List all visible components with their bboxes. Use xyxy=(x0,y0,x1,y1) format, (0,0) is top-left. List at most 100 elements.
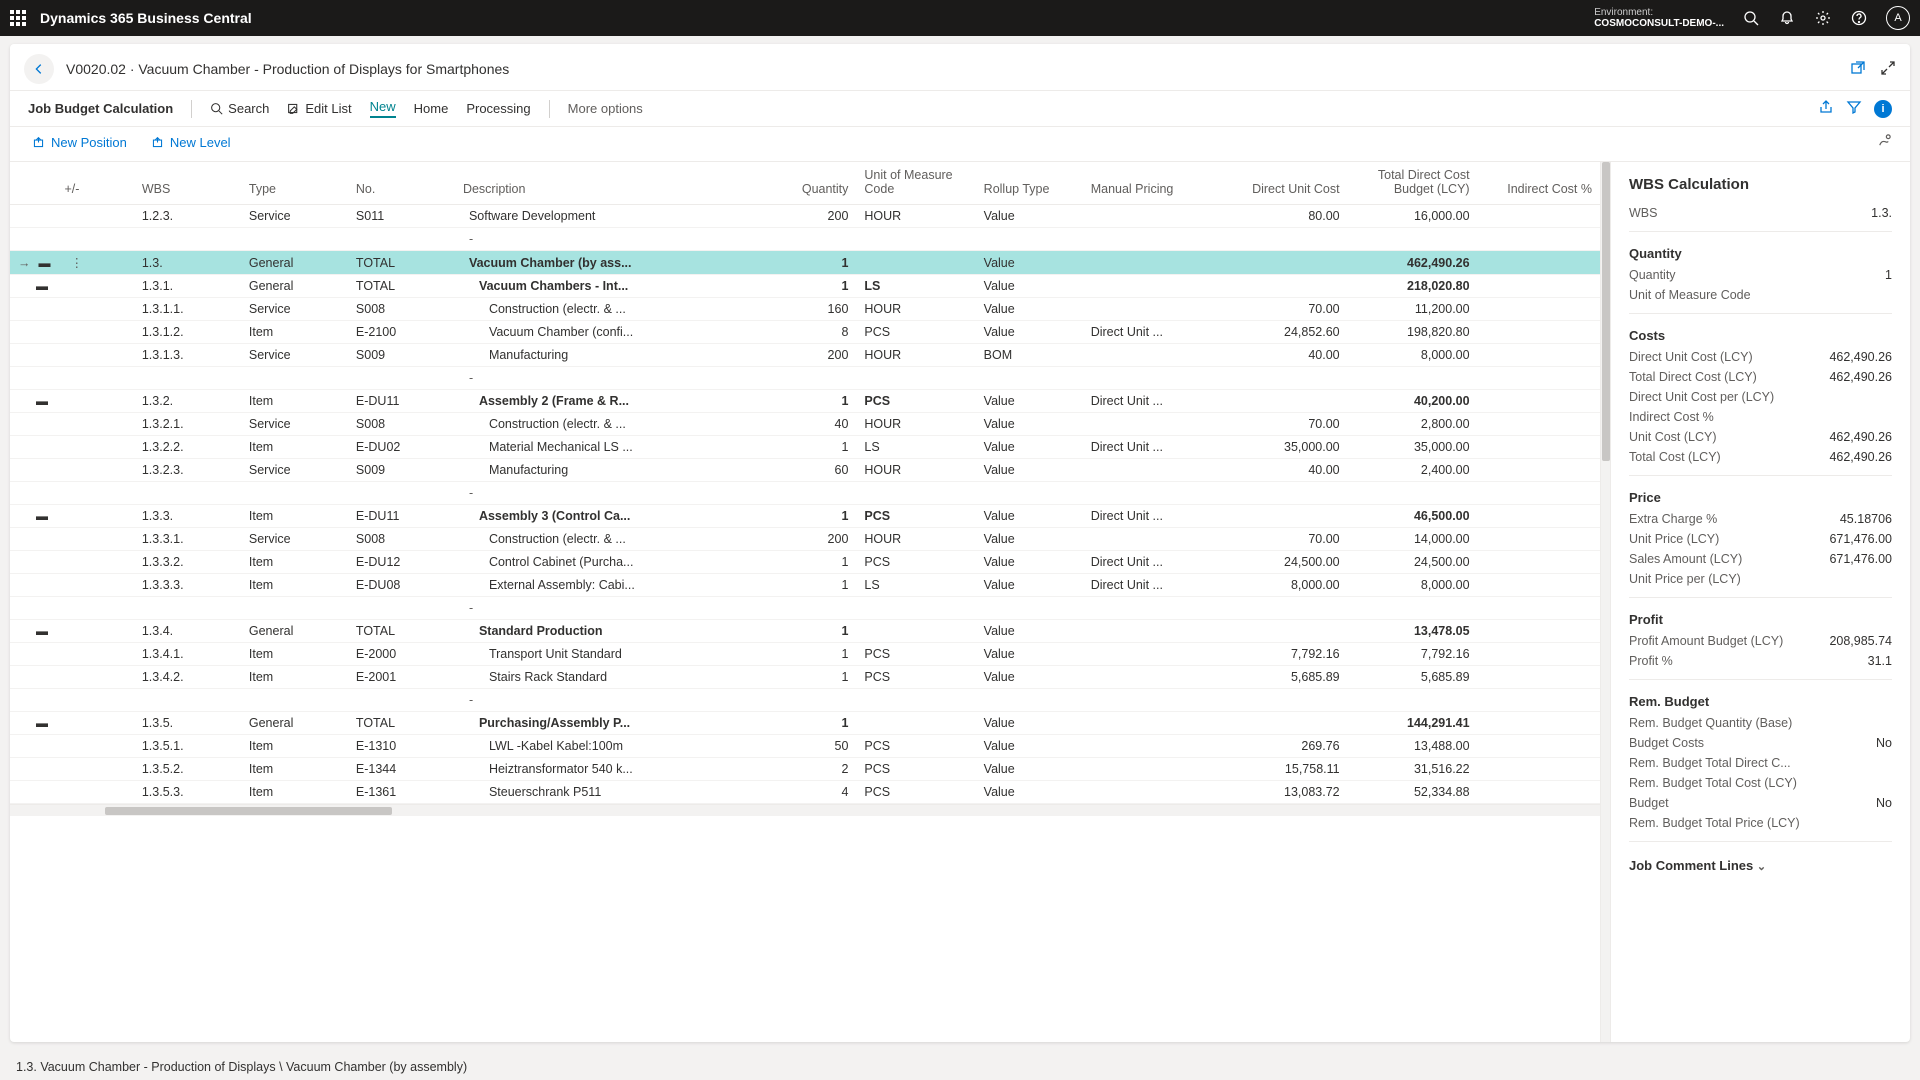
collapse-icon[interactable]: ▬ xyxy=(36,394,48,408)
table-row[interactable]: 1.3.3.2.ItemE-DU12Control Cabinet (Purch… xyxy=(10,551,1600,574)
factbox-field[interactable]: Rem. Budget Total Cost (LCY) xyxy=(1629,773,1892,793)
table-row[interactable]: 1.3.3.3.ItemE-DU08External Assembly: Cab… xyxy=(10,574,1600,597)
factbox-field[interactable]: Unit Price per (LCY) xyxy=(1629,569,1892,589)
vertical-scrollbar[interactable] xyxy=(1600,162,1610,1042)
global-topbar: Dynamics 365 Business Central Environmen… xyxy=(0,0,1920,36)
filter-icon[interactable] xyxy=(1846,99,1862,118)
table-row[interactable]: 1.3.3.1.ServiceS008Construction (electr.… xyxy=(10,528,1600,551)
col-description[interactable]: Description xyxy=(455,162,761,205)
page-title: Job Budget Calculation xyxy=(28,101,173,116)
collapse-icon[interactable]: ▬ xyxy=(36,509,48,523)
chevron-down-icon[interactable]: ⌄ xyxy=(1757,861,1766,873)
collapse-icon[interactable]: ▬ xyxy=(36,279,48,293)
collapse-icon[interactable]: ▬ xyxy=(39,256,51,270)
new-level-action[interactable]: New Level xyxy=(151,135,231,150)
app-launcher-icon[interactable] xyxy=(10,10,26,26)
factbox-field[interactable]: Rem. Budget Total Price (LCY) xyxy=(1629,813,1892,833)
settings-icon[interactable] xyxy=(1814,9,1832,27)
table-row[interactable]: 1.3.4.1.ItemE-2000Transport Unit Standar… xyxy=(10,643,1600,666)
factbox-field[interactable]: Unit Cost (LCY)462,490.26 xyxy=(1629,427,1892,447)
col-direct-unit-cost[interactable]: Direct Unit Cost xyxy=(1218,162,1348,205)
factbox-field[interactable]: Budget CostsNo xyxy=(1629,733,1892,753)
table-row[interactable]: 1.3.4.2.ItemE-2001Stairs Rack Standard1P… xyxy=(10,666,1600,689)
table-row[interactable]: - xyxy=(10,597,1600,620)
app-title: Dynamics 365 Business Central xyxy=(40,10,252,26)
factbox-field[interactable]: Direct Unit Cost per (LCY) xyxy=(1629,387,1892,407)
command-bar: Job Budget Calculation Search Edit List … xyxy=(10,90,1910,127)
table-row[interactable]: 1.3.2.2.ItemE-DU02Material Mechanical LS… xyxy=(10,436,1600,459)
collapse-icon[interactable]: ▬ xyxy=(36,716,48,730)
col-rollup[interactable]: Rollup Type xyxy=(976,162,1083,205)
col-no[interactable]: No. xyxy=(348,162,455,205)
search-action[interactable]: Search xyxy=(210,101,269,116)
col-quantity[interactable]: Quantity xyxy=(761,162,857,205)
table-row[interactable]: - xyxy=(10,482,1600,505)
help-icon[interactable] xyxy=(1850,9,1868,27)
table-row[interactable]: 1.3.1.1.ServiceS008Construction (electr.… xyxy=(10,298,1600,321)
search-icon[interactable] xyxy=(1742,9,1760,27)
page-breadcrumb: V0020.02 · Vacuum Chamber - Production o… xyxy=(66,61,509,77)
col-indirect[interactable]: Indirect Cost % xyxy=(1478,162,1600,205)
factbox-field[interactable]: BudgetNo xyxy=(1629,793,1892,813)
table-row[interactable]: 1.3.2.3.ServiceS009Manufacturing60HOURVa… xyxy=(10,459,1600,482)
col-uom[interactable]: Unit of Measure Code xyxy=(856,162,975,205)
new-position-action[interactable]: New Position xyxy=(32,135,127,150)
col-type[interactable]: Type xyxy=(241,162,348,205)
factbox-field[interactable]: Extra Charge %45.18706 xyxy=(1629,509,1892,529)
table-header-row: +/- WBS Type No. Description Quantity Un… xyxy=(10,162,1600,205)
table-row[interactable]: →▬⋮1.3.GeneralTOTALVacuum Chamber (by as… xyxy=(10,251,1600,275)
col-wbs[interactable]: WBS xyxy=(134,162,241,205)
user-avatar[interactable]: A xyxy=(1886,6,1910,30)
main-card: V0020.02 · Vacuum Chamber - Production o… xyxy=(10,44,1910,1042)
row-menu-icon[interactable]: ⋮ xyxy=(71,255,84,270)
status-bar-path: 1.3. Vacuum Chamber - Production of Disp… xyxy=(16,1060,467,1074)
factbox-field[interactable]: Direct Unit Cost (LCY)462,490.26 xyxy=(1629,347,1892,367)
table-row[interactable]: ▬1.3.5.GeneralTOTALPurchasing/Assembly P… xyxy=(10,712,1600,735)
edit-list-action[interactable]: Edit List xyxy=(287,101,351,116)
processing-menu[interactable]: Processing xyxy=(466,101,530,116)
table-row[interactable]: 1.3.5.2.ItemE-1344Heiztransformator 540 … xyxy=(10,758,1600,781)
more-options[interactable]: More options xyxy=(568,101,643,116)
table-row[interactable]: ▬1.3.2.ItemE-DU11Assembly 2 (Frame & R..… xyxy=(10,390,1600,413)
home-menu[interactable]: Home xyxy=(414,101,449,116)
table-row[interactable]: 1.3.5.1.ItemE-1310LWL -Kabel Kabel:100m5… xyxy=(10,735,1600,758)
col-plusminus[interactable]: +/- xyxy=(10,162,134,205)
factbox-field[interactable]: Rem. Budget Quantity (Base) xyxy=(1629,713,1892,733)
back-button[interactable] xyxy=(24,54,54,84)
table-row[interactable]: ▬1.3.4.GeneralTOTALStandard Production1V… xyxy=(10,620,1600,643)
table-row[interactable]: 1.2.3.ServiceS011Software Development200… xyxy=(10,205,1600,228)
factbox-field[interactable]: Rem. Budget Total Direct C... xyxy=(1629,753,1892,773)
sub-command-bar: New Position New Level xyxy=(10,127,1910,161)
table-row[interactable]: - xyxy=(10,689,1600,712)
row-indicator-icon: → xyxy=(18,256,31,270)
factbox-field[interactable]: Profit %31.1 xyxy=(1629,651,1892,671)
col-manual-pricing[interactable]: Manual Pricing xyxy=(1083,162,1218,205)
factbox-field[interactable]: Sales Amount (LCY)671,476.00 xyxy=(1629,549,1892,569)
table-row[interactable]: ▬1.3.3.ItemE-DU11Assembly 3 (Control Ca.… xyxy=(10,505,1600,528)
factbox-pane: WBS Calculation WBS1.3. Quantity Quantit… xyxy=(1610,162,1910,1042)
factbox-field[interactable]: Profit Amount Budget (LCY)208,985.74 xyxy=(1629,631,1892,651)
factbox-field[interactable]: Total Cost (LCY)462,490.26 xyxy=(1629,447,1892,467)
table-row[interactable]: 1.3.2.1.ServiceS008Construction (electr.… xyxy=(10,413,1600,436)
table-row[interactable]: 1.3.5.3.ItemE-1361Steuerschrank P5114PCS… xyxy=(10,781,1600,804)
data-grid[interactable]: +/- WBS Type No. Description Quantity Un… xyxy=(10,162,1600,1042)
factbox-field[interactable]: Indirect Cost % xyxy=(1629,407,1892,427)
notifications-icon[interactable] xyxy=(1778,9,1796,27)
open-new-window-icon[interactable] xyxy=(1850,60,1866,79)
horizontal-scrollbar[interactable] xyxy=(10,804,1600,816)
table-row[interactable]: 1.3.1.3.ServiceS009Manufacturing200HOURB… xyxy=(10,344,1600,367)
collapse-factbox-icon[interactable] xyxy=(1880,60,1896,79)
table-row[interactable]: - xyxy=(10,367,1600,390)
table-row[interactable]: - xyxy=(10,228,1600,251)
factbox-field[interactable]: Total Direct Cost (LCY)462,490.26 xyxy=(1629,367,1892,387)
new-menu[interactable]: New xyxy=(370,99,396,118)
factbox-toggle-icon[interactable]: i xyxy=(1874,100,1892,118)
share-icon[interactable] xyxy=(1818,99,1834,118)
collapse-icon[interactable]: ▬ xyxy=(36,624,48,638)
table-row[interactable]: 1.3.1.2.ItemE-2100Vacuum Chamber (confi.… xyxy=(10,321,1600,344)
col-tdcb[interactable]: Total Direct Cost Budget (LCY) xyxy=(1348,162,1478,205)
factbox-field[interactable]: Unit Price (LCY)671,476.00 xyxy=(1629,529,1892,549)
personalize-icon[interactable] xyxy=(1877,133,1892,151)
table-row[interactable]: ▬1.3.1.GeneralTOTALVacuum Chambers - Int… xyxy=(10,275,1600,298)
environment-indicator[interactable]: Environment: COSMOCONSULT-DEMO-... xyxy=(1594,7,1724,29)
